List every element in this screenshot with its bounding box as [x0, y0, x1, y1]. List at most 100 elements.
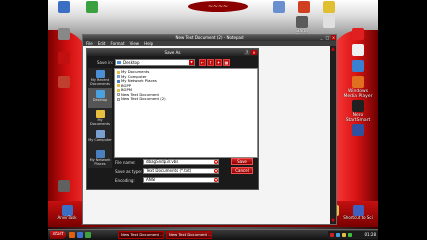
- notepad-titlebar[interactable]: New Text Document (2) - Notepad _ □ ×: [83, 35, 336, 41]
- desktop-icon[interactable]: [48, 28, 80, 41]
- places-bar: My Recent Documents Desktop My Documents…: [88, 68, 112, 168]
- save-as-dialog: Save As ? × Save in: Desktop ▼ ← ↑ ✦ ▦ M…: [86, 48, 259, 190]
- app-icon: [86, 1, 98, 13]
- wallpaper-logo: ~~~~: [188, 1, 248, 12]
- app-icon: [296, 16, 308, 28]
- app-icon: [323, 1, 335, 13]
- desktop-folder-icon: [117, 61, 121, 64]
- quicklaunch-app-icon[interactable]: [85, 232, 91, 238]
- tray-icon[interactable]: [336, 233, 340, 237]
- dialog-title: Save As: [164, 50, 181, 55]
- menu-edit[interactable]: Edit: [98, 41, 106, 46]
- save-in-value: Desktop: [123, 60, 140, 65]
- app-icon: [58, 28, 70, 40]
- folder-icon: [117, 88, 120, 92]
- vertical-scrollbar[interactable]: ▲ ▼: [330, 46, 336, 224]
- file-name-value: dbagSndp3r.vbs: [146, 159, 179, 164]
- menu-format[interactable]: Format: [110, 41, 124, 46]
- file-list[interactable]: My Documents My Computer My Network Plac…: [114, 68, 258, 158]
- desktop-icon[interactable]: [48, 180, 80, 193]
- view-menu-button[interactable]: ▦: [223, 59, 230, 66]
- dialog-titlebar[interactable]: Save As ? ×: [87, 49, 258, 56]
- start-button[interactable]: start: [50, 231, 66, 239]
- text-file-icon: [117, 93, 120, 97]
- network-places-icon: [95, 150, 105, 158]
- desktop-icon[interactable]: Shortcut to Sci: [343, 205, 373, 221]
- desktop-icon[interactable]: [342, 28, 374, 41]
- menu-help[interactable]: Help: [144, 41, 153, 46]
- desktop-icon[interactable]: [48, 52, 80, 65]
- place-desktop[interactable]: Desktop: [88, 88, 112, 108]
- place-recent-documents[interactable]: My Recent Documents: [88, 68, 112, 88]
- chevron-down-icon[interactable]: ▼: [214, 178, 218, 182]
- place-my-computer[interactable]: My Computer: [88, 128, 112, 148]
- desktop-icon[interactable]: [313, 1, 345, 14]
- encoding-label: Encoding:: [115, 178, 135, 183]
- menu-file[interactable]: File: [86, 41, 93, 46]
- close-button[interactable]: ×: [331, 35, 336, 40]
- taskbar: start New Text Document ... New Text Doc…: [48, 229, 378, 240]
- taskbar-button[interactable]: New Text Document ...: [118, 231, 164, 239]
- my-documents-icon: [95, 110, 105, 118]
- network-icon: [117, 79, 120, 83]
- save-as-type-value: Text Documents (*.txt): [146, 168, 192, 173]
- tray-icon[interactable]: [342, 233, 346, 237]
- save-as-type-label: Save as type:: [115, 169, 143, 174]
- desktop-icon[interactable]: [342, 44, 374, 57]
- minimize-button[interactable]: _: [319, 35, 324, 40]
- quicklaunch-desktop-icon[interactable]: [77, 232, 83, 238]
- system-tray: 01:28: [328, 231, 378, 239]
- back-button[interactable]: ←: [199, 59, 206, 66]
- computer-icon: [117, 75, 120, 79]
- save-button[interactable]: Save: [231, 158, 253, 165]
- file-name-input[interactable]: dbagSndp3r.vbs ▼: [143, 159, 219, 165]
- chevron-down-icon: ▼: [189, 60, 194, 65]
- desktop-icon[interactable]: Windows Media Player: [342, 76, 374, 99]
- cancel-button[interactable]: Cancel: [231, 167, 253, 174]
- maximize-button[interactable]: □: [325, 35, 330, 40]
- app-icon: [352, 124, 364, 136]
- quicklaunch-browser-icon[interactable]: [69, 232, 75, 238]
- desktop-icon[interactable]: [48, 76, 80, 89]
- app-icon: [298, 1, 310, 13]
- taskbar-button-active[interactable]: New Text Document ...: [166, 231, 212, 239]
- folder-icon: [117, 70, 120, 74]
- scroll-down-icon[interactable]: ▼: [330, 218, 336, 224]
- app-icon: [352, 44, 364, 56]
- recent-documents-icon: [95, 70, 105, 78]
- chevron-down-icon[interactable]: ▼: [214, 160, 218, 164]
- help-button[interactable]: ?: [244, 50, 250, 55]
- tray-icon[interactable]: [348, 233, 352, 237]
- save-in-dropdown[interactable]: Desktop ▼: [115, 59, 195, 66]
- scroll-up-icon[interactable]: ▲: [330, 46, 336, 52]
- save-in-label: Save in:: [97, 60, 114, 65]
- place-my-documents[interactable]: My Documents: [88, 108, 112, 128]
- app-icon: [58, 52, 70, 64]
- nero-icon: [352, 100, 364, 112]
- encoding-select[interactable]: ANSI ▼: [143, 177, 219, 183]
- menu-view[interactable]: View: [130, 41, 140, 46]
- desktop-icon[interactable]: [342, 124, 374, 137]
- app-icon: [352, 60, 364, 72]
- save-as-type-select[interactable]: Text Documents (*.txt) ▼: [143, 168, 219, 174]
- tray-icon[interactable]: [330, 233, 334, 237]
- app-icon: [58, 180, 70, 192]
- clock[interactable]: 01:28: [364, 231, 376, 239]
- desktop-icon: [95, 90, 105, 98]
- desktop-icon[interactable]: [313, 16, 345, 29]
- list-item[interactable]: New Text Document (2): [117, 96, 255, 102]
- desktop-icon[interactable]: [76, 1, 108, 14]
- desktop-icon[interactable]: Nero StartSmart: [342, 100, 374, 123]
- new-folder-button[interactable]: ✦: [215, 59, 222, 66]
- app-icon: [323, 16, 335, 28]
- my-computer-icon: [95, 130, 105, 138]
- desktop-icon[interactable]: [342, 60, 374, 73]
- menu-bar: File Edit Format View Help: [83, 41, 336, 46]
- place-my-network[interactable]: My Network Places: [88, 148, 112, 168]
- app-icon: [352, 28, 364, 40]
- dialog-toolbar: ← ↑ ✦ ▦: [199, 59, 230, 66]
- window-title: New Text Document (2) - Notepad: [175, 35, 244, 40]
- up-folder-button[interactable]: ↑: [207, 59, 214, 66]
- chevron-down-icon[interactable]: ▼: [214, 169, 218, 173]
- dialog-close-button[interactable]: ×: [251, 50, 257, 55]
